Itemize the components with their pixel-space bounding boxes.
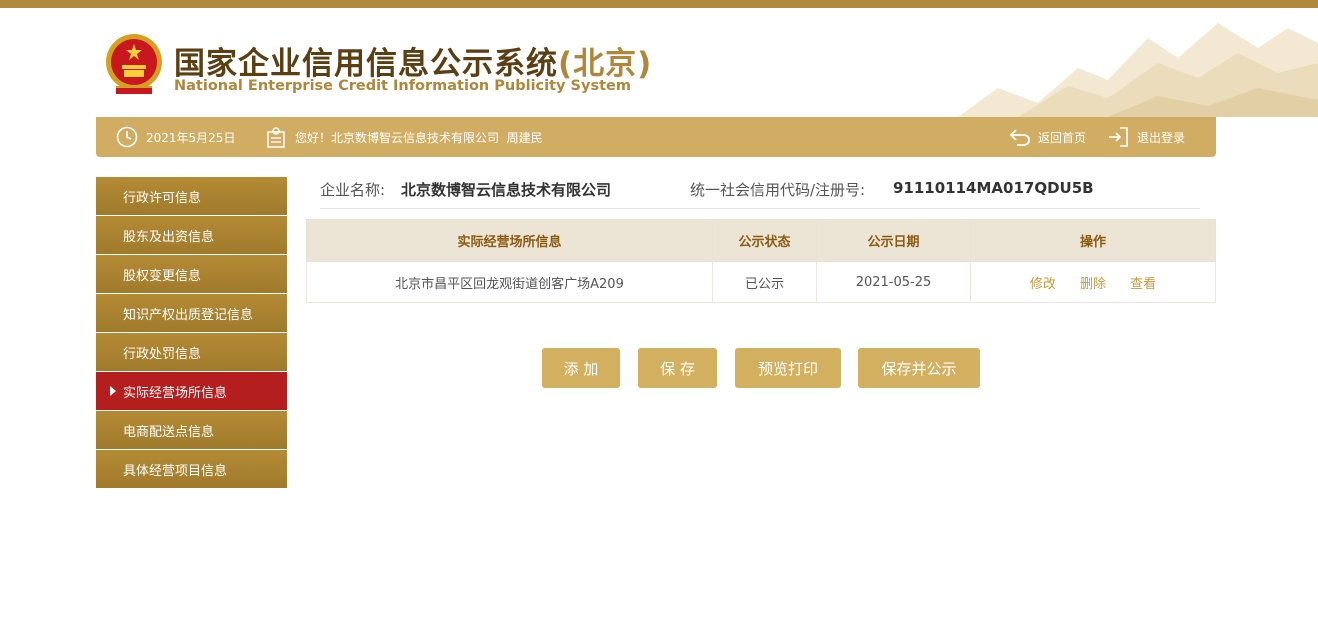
date-text: 2021年5月25日: [146, 130, 236, 145]
sidebar-item-label: 电商配送点信息: [123, 424, 215, 440]
sidebar-item-admin-penalty[interactable]: 行政处罚信息: [96, 333, 287, 371]
site-title-en: National Enterprise Credit Information P…: [174, 78, 631, 94]
sidebar-item-label: 股权变更信息: [123, 268, 202, 284]
column-header-date: 公示日期: [816, 219, 971, 262]
save-publish-button[interactable]: 保存并公示: [858, 348, 980, 388]
logout-button[interactable]: 退出登录: [1107, 117, 1185, 157]
site-title-region: (北京): [558, 46, 653, 82]
sidebar-item-label: 实际经营场所信息: [123, 385, 228, 401]
company-name-value: 北京数博智云信息技术有限公司: [401, 181, 612, 199]
sidebar-item-equity-change[interactable]: 股权变更信息: [96, 255, 287, 293]
column-header-status: 公示状态: [712, 219, 817, 262]
site-title: 国家企业信用信息公示系统(北京): [174, 38, 652, 83]
preview-print-button[interactable]: 预览打印: [735, 348, 841, 388]
national-emblem-icon: [106, 34, 162, 94]
site-title-main: 国家企业信用信息公示系统: [174, 46, 558, 82]
cell-status: 已公示: [712, 261, 817, 303]
add-button[interactable]: 添 加: [542, 348, 620, 388]
sidebar-item-label: 行政处罚信息: [123, 346, 202, 362]
sidebar-item-business-premises[interactable]: 实际经营场所信息: [96, 372, 287, 410]
return-icon: [1009, 129, 1030, 146]
greeting-text: 您好！北京数博智云信息技术有限公司 周建民: [295, 130, 543, 145]
sidebar-item-label: 知识产权出质登记信息: [123, 307, 254, 323]
business-premises-table: 实际经营场所信息 公示状态 公示日期 操作 北京市昌平区回龙观街道创客广场A20…: [306, 219, 1216, 303]
sidebar-item-label: 行政许可信息: [123, 190, 202, 206]
sidebar-item-ecommerce-delivery[interactable]: 电商配送点信息: [96, 411, 287, 449]
site-header: 国家企业信用信息公示系统(北京) National Enterprise Cre…: [0, 8, 1318, 117]
sidebar-nav: 行政许可信息 股东及出资信息 股权变更信息 知识产权出质登记信息 行政处罚信息 …: [96, 177, 287, 489]
save-button[interactable]: 保 存: [638, 348, 717, 388]
cell-date: 2021-05-25: [816, 261, 971, 303]
column-header-address: 实际经营场所信息: [306, 219, 713, 262]
user-card-icon: [267, 127, 285, 148]
column-header-actions: 操作: [970, 219, 1216, 262]
top-strip: [0, 0, 1318, 8]
mountain-background-icon: [958, 23, 1318, 117]
sidebar-item-shareholders[interactable]: 股东及出资信息: [96, 216, 287, 254]
cell-actions: 修改 删除 查看: [970, 261, 1216, 303]
logout-icon: [1109, 127, 1128, 147]
sidebar-item-business-items[interactable]: 具体经营项目信息: [96, 450, 287, 488]
sidebar-item-admin-license[interactable]: 行政许可信息: [96, 177, 287, 215]
return-home-button[interactable]: 返回首页: [1009, 117, 1086, 157]
company-info-row: 企业名称: 北京数博智云信息技术有限公司 统一社会信用代码/注册号: 91110…: [320, 177, 1200, 209]
sidebar-item-label: 股东及出资信息: [123, 229, 215, 245]
date-display: 2021年5月25日: [116, 117, 235, 157]
credit-code-label: 统一社会信用代码/注册号:: [690, 181, 866, 199]
sidebar-item-ip-pledge[interactable]: 知识产权出质登记信息: [96, 294, 287, 332]
cell-address: 北京市昌平区回龙观街道创客广场A209: [306, 261, 713, 303]
company-name-label: 企业名称:: [320, 181, 386, 199]
info-bar: 2021年5月25日 您好！北京数博智云信息技术有限公司 周建民 返回首页 退出…: [96, 117, 1216, 157]
sidebar-item-label: 具体经营项目信息: [123, 463, 228, 479]
view-link[interactable]: 查看: [1130, 277, 1156, 292]
credit-code-value: 91110114MA017QDU5B: [893, 179, 1094, 197]
edit-link[interactable]: 修改: [1030, 277, 1056, 292]
return-home-label: 返回首页: [1038, 130, 1087, 145]
table-row: 北京市昌平区回龙观街道创客广场A209 已公示 2021-05-25 修改 删除…: [306, 261, 1216, 303]
caret-right-icon: [110, 386, 116, 396]
delete-link[interactable]: 删除: [1080, 277, 1106, 292]
clock-icon: [116, 126, 138, 148]
logout-label: 退出登录: [1137, 130, 1186, 145]
user-greeting: 您好！北京数博智云信息技术有限公司 周建民: [266, 117, 543, 157]
table-header-row: 实际经营场所信息 公示状态 公示日期 操作: [306, 219, 1216, 262]
